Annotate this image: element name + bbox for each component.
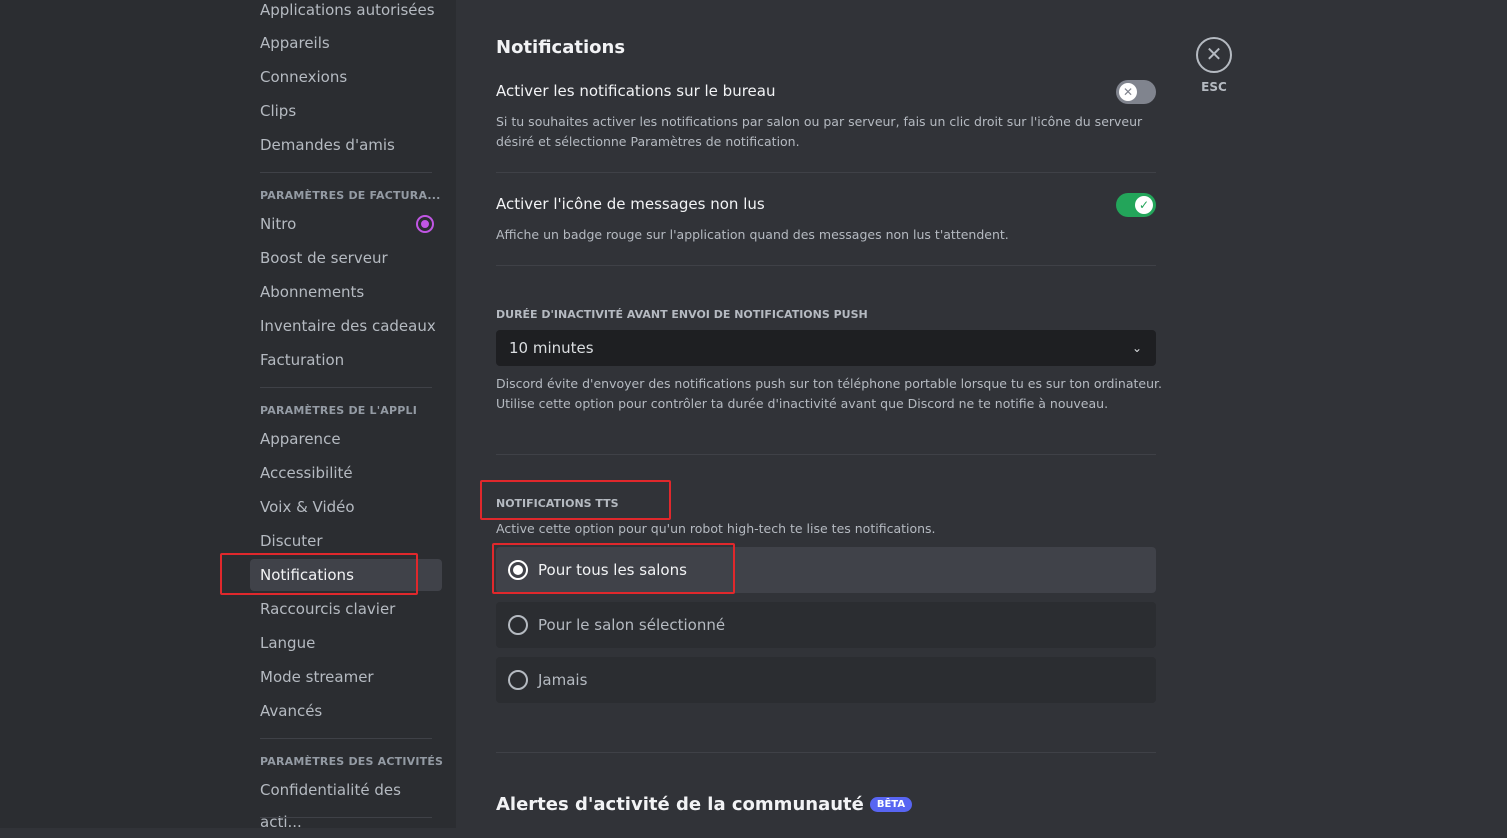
sidebar-item-keybinds[interactable]: Raccourcis clavier — [250, 593, 442, 625]
radio-icon — [508, 615, 528, 635]
community-alerts-label: Alertes d'activité de la communauté — [496, 794, 864, 815]
idle-header: DURÉE D'INACTIVITÉ AVANT ENVOI DE NOTIFI… — [496, 308, 868, 321]
divider — [496, 172, 1156, 173]
activity-section-header: PARAMÈTRES DES ACTIVITÉS — [260, 755, 444, 768]
unread-badge-label: Activer l'icône de messages non lus — [496, 195, 765, 213]
highlight-box — [480, 480, 671, 520]
divider — [496, 752, 1156, 753]
billing-section-header: PARAMÈTRES DE FACTURA... — [260, 189, 441, 202]
sidebar-item-voice-video[interactable]: Voix & Vidéo — [250, 491, 442, 523]
sidebar-item-gift-inventory[interactable]: Inventaire des cadeaux — [250, 310, 442, 342]
beta-badge: BÊTA — [869, 797, 913, 812]
tts-option-never[interactable]: Jamais — [496, 657, 1156, 703]
idle-desc-1: Discord évite d'envoyer des notification… — [496, 376, 1162, 391]
sidebar-item-billing[interactable]: Facturation — [250, 344, 442, 376]
radio-icon — [508, 670, 528, 690]
divider — [260, 738, 432, 739]
desktop-notifications-label: Activer les notifications sur le bureau — [496, 82, 776, 100]
divider — [260, 172, 432, 173]
nitro-icon — [418, 217, 432, 231]
page-title: Notifications — [496, 37, 626, 58]
sidebar-item-connections[interactable]: Connexions — [250, 61, 442, 93]
app-section-header: PARAMÈTRES DE L'APPLI — [260, 404, 418, 417]
unread-badge-desc: Affiche un badge rouge sur l'application… — [496, 227, 1009, 242]
highlight-box — [220, 553, 418, 595]
sidebar-item-language[interactable]: Langue — [250, 627, 442, 659]
sidebar-item-nitro[interactable]: Nitro — [250, 208, 442, 240]
esc-label: ESC — [1201, 80, 1227, 94]
sidebar-item-activity-privacy[interactable]: Confidentialité des acti... — [250, 774, 442, 831]
check-icon: ✓ — [1135, 196, 1153, 214]
sidebar-item-friend-requests[interactable]: Demandes d'amis — [250, 129, 442, 161]
sidebar-item-devices[interactable]: Appareils — [250, 27, 442, 59]
tts-desc: Active cette option pour qu'un robot hig… — [496, 521, 936, 536]
sidebar-item-accessibility[interactable]: Accessibilité — [250, 457, 442, 489]
close-button[interactable]: ✕ — [1196, 37, 1232, 73]
divider — [260, 817, 432, 818]
sidebar-item-server-boost[interactable]: Boost de serveur — [250, 242, 442, 274]
divider — [260, 387, 432, 388]
sidebar-item-streamer-mode[interactable]: Mode streamer — [250, 661, 442, 693]
desktop-notifications-desc: Si tu souhaites activer les notification… — [496, 114, 1143, 149]
divider — [496, 265, 1156, 266]
sidebar-item-appearance[interactable]: Apparence — [250, 423, 442, 455]
option-label: Pour le salon sélectionné — [538, 616, 726, 634]
highlight-box — [492, 543, 735, 594]
desktop-notifications-toggle[interactable]: ✕ — [1116, 80, 1156, 104]
divider — [496, 454, 1156, 455]
sidebar-item-advanced[interactable]: Avancés — [250, 695, 442, 727]
idle-duration-select[interactable]: 10 minutes ⌄ — [496, 330, 1156, 366]
unread-badge-toggle[interactable]: ✓ — [1116, 193, 1156, 217]
settings-sidebar: Applications autorisées Appareils Connex… — [0, 0, 456, 831]
close-icon: ✕ — [1205, 42, 1223, 66]
sidebar-item-label: Nitro — [260, 215, 297, 233]
idle-duration-value: 10 minutes — [509, 339, 594, 357]
idle-desc-2: Utilise cette option pour contrôler ta d… — [496, 396, 1109, 411]
sidebar-item-clips[interactable]: Clips — [250, 95, 442, 127]
chevron-down-icon: ⌄ — [1131, 341, 1142, 355]
sidebar-item-authorized-apps[interactable]: Applications autorisées — [250, 0, 442, 26]
tts-option-selected-channel[interactable]: Pour le salon sélectionné — [496, 602, 1156, 648]
x-icon: ✕ — [1119, 83, 1137, 101]
sidebar-item-subscriptions[interactable]: Abonnements — [250, 276, 442, 308]
option-label: Jamais — [538, 671, 588, 689]
community-alerts-title: Alertes d'activité de la communauté BÊTA — [496, 794, 913, 815]
